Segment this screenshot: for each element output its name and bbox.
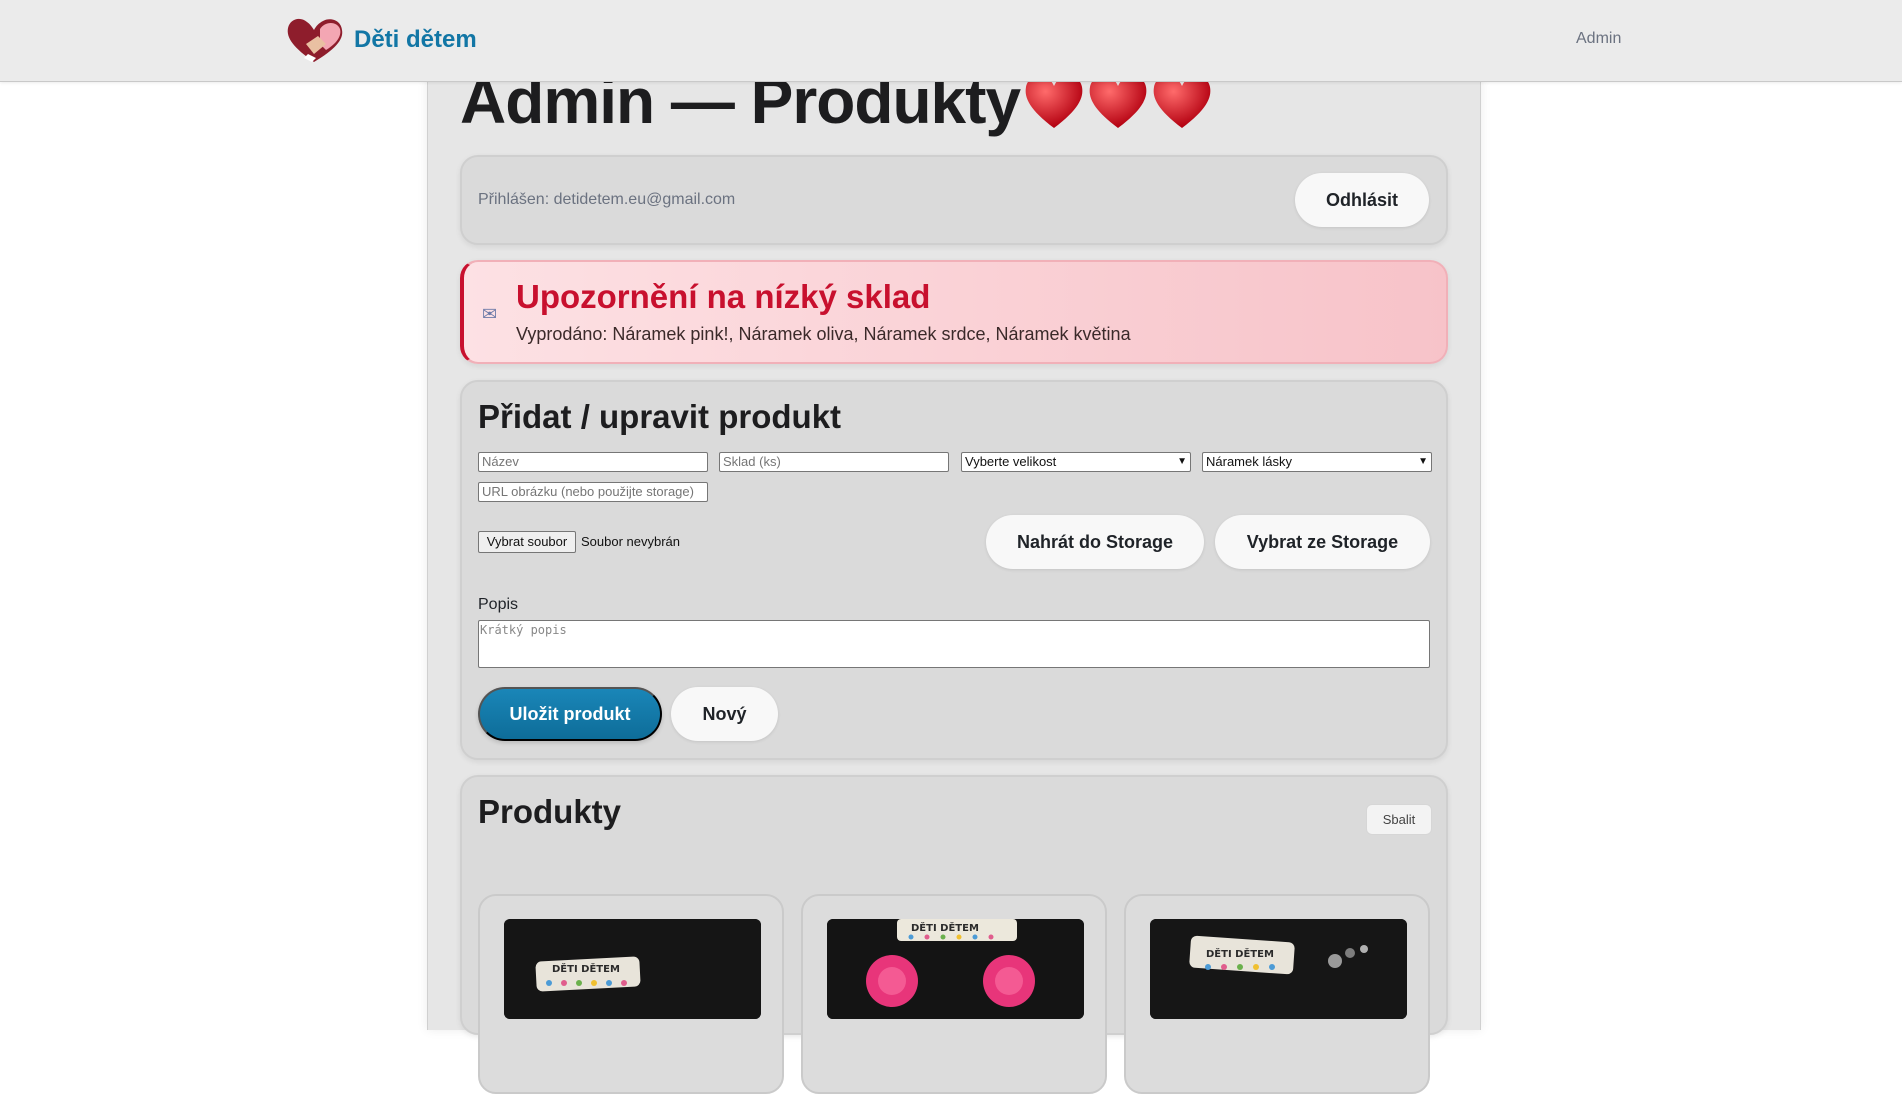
description-textarea[interactable]: Krátký popis <box>478 620 1430 668</box>
save-product-button[interactable]: Uložit produkt <box>478 687 662 741</box>
image-url-input[interactable]: URL obrázku (nebo použijte storage) <box>478 482 708 502</box>
logged-in-text: Přihlášen: detidetem.eu@gmail.com <box>478 191 736 208</box>
bracelet-photo-icon: DĚTI DĚTEM <box>1150 919 1407 1019</box>
size-select[interactable]: Vyberte velikost ▼ <box>961 452 1191 472</box>
form-title: Přidat / upravit produkt <box>478 398 842 435</box>
nav-admin-link[interactable]: Admin <box>1576 30 1621 48</box>
upload-storage-button[interactable]: Nahrát do Storage <box>986 515 1204 569</box>
tile-label: DĚTI DĚTEM <box>1206 947 1274 960</box>
choose-file-button[interactable]: Vybrat soubor <box>478 531 576 553</box>
new-product-button[interactable]: Nový <box>671 687 778 741</box>
brand-link[interactable]: Děti dětem <box>284 14 477 66</box>
bracelet-photo-icon: DĚTI DĚTEM <box>504 919 761 1019</box>
product-image: DĚTI DĚTEM <box>827 919 1084 1019</box>
session-card: Přihlášen: detidetem.eu@gmail.com Odhlás… <box>460 155 1448 245</box>
brand-name: Děti dětem <box>354 26 477 53</box>
alert-text: Vyprodáno: Náramek pink!, Náramek oliva,… <box>516 324 1131 344</box>
products-card: Produkty Sbalit DĚTI DĚTEM DĚTI DĚTEM DĚ… <box>460 775 1448 1094</box>
product-image: DĚTI DĚTEM <box>504 919 761 1019</box>
top-navigation-bar: Děti dětem Admin <box>0 0 1902 82</box>
name-input[interactable]: Název <box>478 452 708 472</box>
tile-label: DĚTI DĚTEM <box>911 921 979 934</box>
size-select-value: Vyberte velikost <box>965 454 1057 469</box>
mail-icon: ✉ <box>482 304 498 324</box>
product-image: DĚTI DĚTEM <box>1150 919 1407 1019</box>
product-card[interactable]: DĚTI DĚTEM <box>1124 894 1430 1094</box>
bracelet-photo-icon: DĚTI DĚTEM <box>827 919 1084 1019</box>
pick-storage-button[interactable]: Vybrat ze Storage <box>1215 515 1430 569</box>
stock-input[interactable]: Sklad (ks) <box>719 452 949 472</box>
tile-label: DĚTI DĚTEM <box>552 962 620 975</box>
heart-hands-logo-icon <box>287 18 343 62</box>
product-card[interactable]: DĚTI DĚTEM <box>478 894 784 1094</box>
logout-button[interactable]: Odhlásit <box>1295 173 1429 227</box>
chevron-down-icon: ▼ <box>1177 456 1187 467</box>
file-status: Soubor nevybrán <box>581 534 681 549</box>
product-form-card: Přidat / upravit produkt Název Sklad (ks… <box>460 380 1448 760</box>
product-card[interactable]: DĚTI DĚTEM <box>801 894 1107 1094</box>
description-label: Popis <box>478 596 519 613</box>
category-select-value: Náramek lásky <box>1206 454 1292 469</box>
collapse-button[interactable]: Sbalit <box>1366 804 1432 835</box>
products-title: Produkty <box>478 793 622 830</box>
chevron-down-icon: ▼ <box>1418 456 1428 467</box>
low-stock-alert: ✉ Upozornění na nízký sklad Vyprodáno: N… <box>460 260 1448 364</box>
category-select[interactable]: Náramek lásky ▼ <box>1202 452 1432 472</box>
alert-title: Upozornění na nízký sklad <box>516 278 931 315</box>
